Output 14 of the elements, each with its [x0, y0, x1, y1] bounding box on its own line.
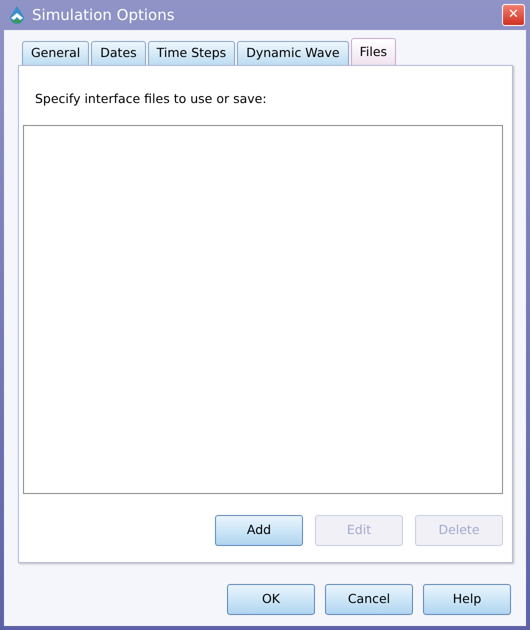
instruction-text: Specify interface files to use or save:: [35, 90, 268, 108]
dialog-button[interactable]: Add: [215, 515, 303, 546]
tab[interactable]: General: [22, 41, 90, 65]
window-title: Simulation Options: [32, 4, 175, 26]
files-list[interactable]: [23, 125, 503, 494]
dialog-button[interactable]: OK: [227, 584, 315, 615]
tab[interactable]: Dynamic Wave: [237, 41, 349, 65]
dialog-button[interactable]: Help: [423, 584, 511, 615]
tab[interactable]: Dates: [91, 41, 146, 65]
close-button[interactable]: ✕: [502, 4, 525, 26]
app-icon: [8, 5, 26, 25]
dialog-button[interactable]: Cancel: [325, 584, 413, 615]
tab[interactable]: Files: [350, 38, 396, 65]
tab[interactable]: Time Steps: [148, 41, 236, 65]
